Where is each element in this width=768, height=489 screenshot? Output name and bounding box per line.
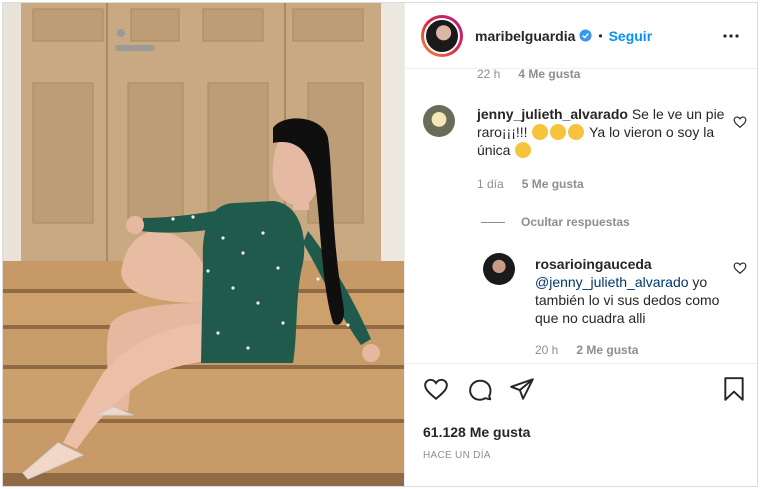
more-horizontal-icon[interactable] (722, 27, 740, 45)
post-photo[interactable] (3, 3, 404, 486)
reply-like-heart-icon[interactable] (733, 261, 747, 275)
author-username[interactable]: maribelguardia (475, 28, 575, 44)
laughing-emoji-icon (568, 124, 585, 140)
comment-likes[interactable]: 5 Me gusta (522, 177, 584, 191)
comment-username[interactable]: jenny_julieth_alvarado (477, 106, 628, 122)
comment-bubble-icon[interactable] (467, 376, 493, 402)
like-heart-icon[interactable] (423, 376, 449, 402)
reply-avatar[interactable] (483, 253, 515, 285)
reply-meta: 20 h 2 Me gusta (535, 343, 638, 357)
comment-meta: 22 h 4 Me gusta (477, 69, 580, 81)
comments-list[interactable]: 22 h 4 Me gusta jenny_julieth_alvarado S… (405, 69, 757, 361)
hide-replies-label[interactable]: Ocultar respuestas (521, 215, 630, 229)
comment-meta: 1 día 5 Me gusta (477, 177, 584, 191)
separator-dot: • (598, 28, 603, 43)
verified-badge-icon (579, 29, 592, 42)
comment-body: jenny_julieth_alvarado Se le ve un pie r… (477, 105, 729, 159)
reply-line (481, 221, 505, 223)
share-paper-plane-icon[interactable] (509, 376, 535, 402)
laughing-emoji-icon (532, 124, 549, 140)
reply-age: 20 h (535, 343, 559, 357)
post-side-panel: maribelguardia • Seguir 22 h 4 Me gusta (404, 3, 757, 486)
reply-likes[interactable]: 2 Me gusta (576, 343, 638, 357)
follow-button[interactable]: Seguir (609, 28, 653, 44)
post-actions: 61.128 Me gusta HACE UN DÍA (405, 363, 757, 486)
comment-age: 22 h (477, 69, 501, 81)
post-header: maribelguardia • Seguir (405, 3, 757, 69)
reply-body: rosarioingauceda @jenny_julieth_alvarado… (535, 255, 721, 327)
hide-replies-toggle[interactable]: Ocultar respuestas (481, 215, 630, 229)
reply-username[interactable]: rosarioingauceda (535, 256, 652, 272)
save-bookmark-icon[interactable] (721, 376, 747, 402)
comment-age: 1 día (477, 177, 504, 191)
author-avatar-image (424, 17, 460, 54)
reply-mention[interactable]: @jenny_julieth_alvarado (535, 274, 689, 290)
post-frame: maribelguardia • Seguir 22 h 4 Me gusta (2, 2, 758, 487)
comment-likes[interactable]: 4 Me gusta (518, 69, 580, 81)
thinking-emoji-icon (515, 142, 532, 158)
post-timestamp[interactable]: HACE UN DÍA (423, 450, 491, 461)
likes-count[interactable]: 61.128 Me gusta (423, 424, 530, 440)
laughing-emoji-icon (550, 124, 567, 140)
comment-avatar[interactable] (423, 105, 455, 137)
author-avatar[interactable] (421, 14, 463, 57)
comment-like-heart-icon[interactable] (733, 115, 747, 129)
